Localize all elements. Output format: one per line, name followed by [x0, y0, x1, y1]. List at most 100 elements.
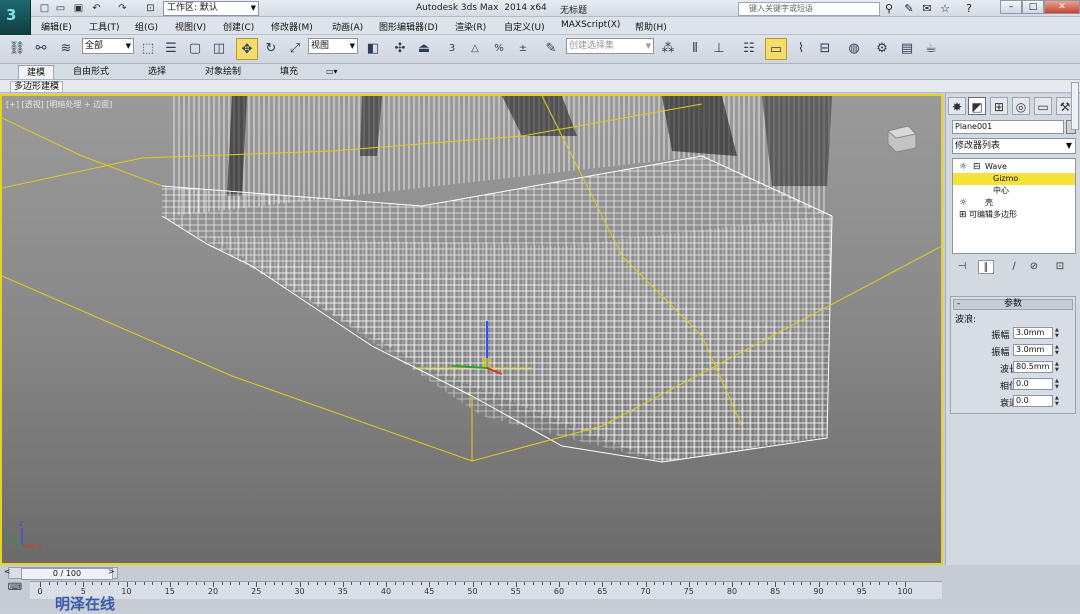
rotate-icon[interactable]: ↻ [260, 38, 282, 60]
spinner-icon[interactable]: ▲ ▼ [1055, 378, 1061, 390]
select-object-icon[interactable]: ⬚ [137, 38, 159, 60]
rollout-header[interactable]: - 参数 [953, 299, 1073, 310]
schematic-view-icon[interactable]: ⊟ [814, 38, 836, 60]
lightbulb-icon[interactable]: ☼ [959, 161, 967, 173]
subscription-icon[interactable]: ✎ [902, 2, 916, 15]
scale-icon[interactable]: ⤢ [284, 38, 306, 60]
snap-toggle-icon[interactable]: 3 [441, 38, 463, 60]
tab-selection[interactable]: 选择 [140, 65, 174, 79]
app-menu-button[interactable]: 3 [0, 0, 31, 35]
bind-spacewarp-icon[interactable]: ≋ [55, 38, 77, 60]
menu-maxscript[interactable]: MAXScript(X) [561, 20, 620, 30]
binoculars-icon[interactable]: ⚲ [882, 2, 896, 15]
remove-modifier-icon[interactable]: ⊘ [1026, 260, 1042, 274]
tab-object-paint[interactable]: 对象绘制 [197, 65, 249, 79]
hold-icon[interactable]: ⊡ [144, 2, 157, 15]
keyboard-shortcut-icon[interactable]: ⏏ [413, 38, 435, 60]
wave-mesh[interactable] [161, 96, 833, 463]
make-unique-icon[interactable]: ∕ [1006, 260, 1022, 274]
menu-tools[interactable]: 工具(T) [89, 20, 120, 33]
menu-views[interactable]: 视图(V) [175, 20, 206, 33]
stack-item-shell[interactable]: ☼ 壳 [953, 197, 1075, 209]
menu-help[interactable]: 帮助(H) [635, 20, 667, 33]
object-name-field[interactable]: Plane001 [952, 120, 1064, 134]
collapse-rollout-icon[interactable]: - [957, 300, 960, 309]
save-icon[interactable]: ▣ [72, 2, 85, 15]
perspective-viewport[interactable]: [+] [透视] [明暗处理 + 边面] z x y [0, 94, 943, 565]
menu-customize[interactable]: 自定义(U) [504, 20, 545, 33]
configure-sets-icon[interactable]: ⊡ [1052, 260, 1068, 274]
display-tab-icon[interactable]: ▭ [1034, 97, 1052, 115]
redo-icon[interactable]: ↷ [116, 2, 129, 15]
stack-item-center[interactable]: 中心 [953, 185, 1075, 197]
expand-icon[interactable]: ⊞ [959, 209, 967, 221]
search-input[interactable]: 键入关键字或短语 [738, 2, 880, 16]
mirror-icon[interactable]: ⫴ [684, 38, 706, 60]
track-bar[interactable]: 0 5 10 15 20 25 30 35 40 45 50 55 60 65 70 75 80 85 90 95 10… [30, 581, 942, 599]
collapse-icon[interactable]: ⊟ [973, 161, 981, 173]
angle-snap-icon[interactable]: △ [464, 38, 486, 60]
minimize-button[interactable]: – [1000, 0, 1022, 14]
move-icon[interactable]: ✥ [236, 38, 258, 60]
polygon-modeling-panel[interactable]: 多边形建模 [10, 81, 64, 93]
stack-item-wave[interactable]: ☼ ⊟ Wave [953, 161, 1075, 173]
spinner-icon[interactable]: ▲ ▼ [1055, 361, 1061, 373]
help-icon[interactable]: ? [962, 2, 976, 15]
window-crossing-icon[interactable]: ◫ [208, 38, 230, 60]
phase-field[interactable]: 0.0 [1013, 378, 1053, 390]
named-selection-sets-icon[interactable]: ⁂ [657, 38, 679, 60]
amplitude-2-field[interactable]: 3.0mm [1013, 344, 1053, 356]
hierarchy-tab-icon[interactable]: ⊞ [990, 97, 1008, 115]
percent-snap-icon[interactable]: % [488, 38, 510, 60]
lightbulb-icon[interactable]: ☼ [959, 197, 967, 209]
stack-item-editable-poly[interactable]: ⊞ 可编辑多边形 [953, 209, 1075, 221]
maximize-button[interactable]: □ [1022, 0, 1044, 14]
show-end-result-icon[interactable]: ∥ [978, 260, 994, 274]
pivot-center-icon[interactable]: ◧ [362, 38, 384, 60]
ribbon-options-icon[interactable]: ▭▾ [318, 65, 346, 79]
menu-create[interactable]: 创建(C) [223, 20, 254, 33]
close-button[interactable]: ✕ [1044, 0, 1080, 14]
viewcube-icon[interactable] [886, 125, 918, 153]
workspace-dropdown[interactable]: 工作区: 默认 ▼ [163, 1, 259, 16]
menu-group[interactable]: 组(G) [135, 20, 158, 33]
menu-graph-editors[interactable]: 图形编辑器(D) [379, 20, 438, 33]
tab-populate[interactable]: 填充 [272, 65, 306, 79]
communication-icon[interactable]: ✉ [920, 2, 934, 15]
create-tab-icon[interactable]: ✸ [948, 97, 966, 115]
render-setup-icon[interactable]: ⚙ [871, 38, 893, 60]
open-icon[interactable]: ▭ [54, 2, 67, 15]
next-frame-icon[interactable]: > [108, 567, 115, 576]
select-manipulate-icon[interactable]: ✣ [389, 38, 411, 60]
rectangular-selection-icon[interactable]: ▢ [184, 38, 206, 60]
decay-field[interactable]: 0.0 [1013, 395, 1053, 407]
selection-filter-dropdown[interactable]: 全部 ▼ [82, 38, 134, 54]
edit-named-selection-icon[interactable]: ✎ [540, 38, 562, 60]
menu-rendering[interactable]: 渲染(R) [455, 20, 486, 33]
modify-tab-icon[interactable]: ◩ [968, 97, 986, 115]
tab-freeform[interactable]: 自由形式 [65, 65, 117, 79]
time-slider[interactable]: 0 / 100 [8, 567, 118, 580]
align-icon[interactable]: ⊥ [708, 38, 730, 60]
layer-manager-icon[interactable]: ☷ [738, 38, 760, 60]
named-selection-dropdown[interactable]: 创建选择集 ▼ [566, 38, 654, 54]
prev-frame-icon[interactable]: < [4, 567, 11, 576]
material-editor-icon[interactable]: ◍ [843, 38, 865, 60]
rendered-frame-icon[interactable]: ▤ [896, 38, 918, 60]
select-by-name-icon[interactable]: ☰ [160, 38, 182, 60]
spinner-icon[interactable]: ▲ ▼ [1055, 327, 1061, 339]
graphite-toggle-icon[interactable]: ▭ [765, 38, 787, 60]
wavelength-field[interactable]: 80.5mm [1013, 361, 1053, 373]
spinner-icon[interactable]: ▲ ▼ [1055, 395, 1061, 407]
tab-modeling[interactable]: 建模 [18, 65, 55, 79]
favorites-icon[interactable]: ☆ [938, 2, 952, 15]
undo-icon[interactable]: ↶ [90, 2, 103, 15]
menu-modifiers[interactable]: 修改器(M) [271, 20, 313, 33]
unlink-icon[interactable]: ⚯ [30, 38, 52, 60]
panel-scrollbar[interactable] [1071, 82, 1079, 130]
curve-editor-icon[interactable]: ⌇ [790, 38, 812, 60]
spinner-icon[interactable]: ▲ ▼ [1055, 344, 1061, 356]
render-teapot-icon[interactable]: ☕ [920, 38, 942, 60]
reference-coordinate-dropdown[interactable]: 视图 ▼ [308, 38, 358, 54]
key-filter-icon[interactable]: ⌨ [6, 582, 24, 596]
